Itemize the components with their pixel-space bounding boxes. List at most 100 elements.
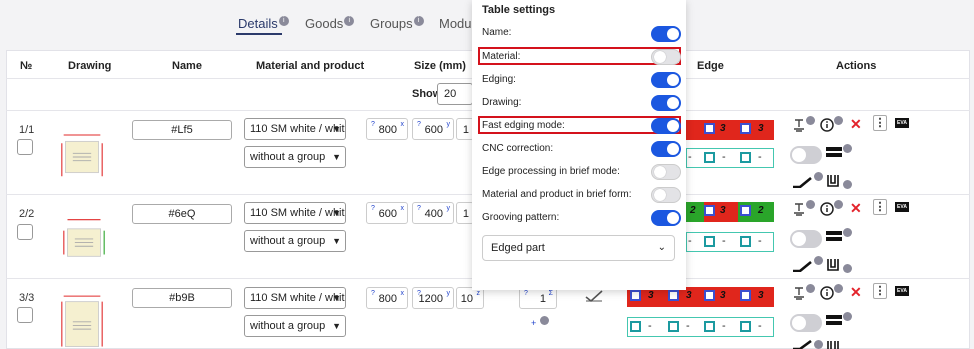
tab-goods[interactable]: Goods i bbox=[305, 16, 355, 31]
setting-label: Edging: bbox=[482, 74, 516, 85]
toggle-drawing[interactable] bbox=[651, 95, 681, 111]
page-size-select[interactable]: 20 bbox=[437, 83, 473, 105]
col-header-num: № bbox=[20, 60, 33, 72]
length-input[interactable]: ? 800 x bbox=[366, 287, 408, 309]
toggle-material[interactable] bbox=[651, 49, 681, 65]
count-input[interactable]: ? 1 Σ bbox=[519, 287, 557, 309]
width-input[interactable]: ? 1200 y bbox=[412, 287, 454, 309]
info-icon bbox=[806, 116, 815, 125]
edge-icon bbox=[668, 321, 679, 332]
edge-icon bbox=[740, 205, 751, 216]
drill-icon[interactable] bbox=[792, 286, 806, 300]
info-icon bbox=[540, 316, 549, 325]
part-drawing bbox=[61, 295, 103, 347]
toggle-material-brief[interactable] bbox=[651, 187, 681, 203]
more-menu-button[interactable]: ⋮ bbox=[873, 283, 887, 299]
row-checkbox[interactable] bbox=[17, 224, 33, 240]
eva-icon[interactable]: EVA bbox=[895, 286, 909, 296]
equal-icon[interactable] bbox=[826, 146, 842, 158]
row-checkbox[interactable] bbox=[17, 139, 33, 155]
quantity-input[interactable]: 10 z bbox=[456, 287, 484, 309]
toggle-cnc-correction[interactable] bbox=[651, 141, 681, 157]
info-circle-icon[interactable] bbox=[820, 202, 834, 216]
add-icon[interactable]: + bbox=[531, 318, 536, 328]
info-circle-icon[interactable] bbox=[820, 118, 834, 132]
part-drawing bbox=[61, 134, 103, 177]
chevron-down-icon: ▼ bbox=[332, 124, 341, 134]
info-icon bbox=[843, 180, 852, 189]
material-select[interactable]: 110 SM white / white ▼ bbox=[244, 202, 346, 224]
row-number: 1/1 bbox=[19, 124, 35, 136]
group-select[interactable]: without a group ▼ bbox=[244, 230, 346, 252]
width-input[interactable]: ? 400 y bbox=[412, 202, 454, 224]
edge-icon bbox=[704, 290, 715, 301]
part-name-input[interactable]: #b9B bbox=[132, 288, 232, 308]
eva-icon[interactable]: EVA bbox=[895, 202, 909, 212]
length-input[interactable]: ? 600 x bbox=[366, 202, 408, 224]
toggle-fast-edging[interactable] bbox=[651, 118, 681, 134]
chevron-down-icon: ▼ bbox=[332, 208, 341, 218]
eva-icon[interactable]: EVA bbox=[895, 118, 909, 128]
width-input[interactable]: ? 600 y bbox=[412, 118, 454, 140]
setting-label: Name: bbox=[482, 27, 512, 38]
material-select[interactable]: 110 SM white / white ▼ bbox=[244, 287, 346, 309]
edge-icon bbox=[740, 321, 751, 332]
drill-icon[interactable] bbox=[792, 202, 806, 216]
info-icon: i bbox=[344, 16, 355, 26]
chevron-down-icon: ▼ bbox=[332, 293, 341, 303]
info-icon bbox=[814, 256, 823, 265]
edge-icon bbox=[704, 152, 715, 163]
info-icon bbox=[814, 340, 823, 349]
info-icon: i bbox=[413, 16, 424, 26]
row-toggle[interactable] bbox=[790, 146, 822, 164]
delete-icon[interactable]: ✕ bbox=[850, 284, 862, 301]
info-icon bbox=[843, 264, 852, 273]
row-toggle[interactable] bbox=[790, 314, 822, 332]
info-icon bbox=[806, 284, 815, 293]
edge-icon bbox=[704, 236, 715, 247]
row-toggle[interactable] bbox=[790, 230, 822, 248]
groove-icon[interactable] bbox=[826, 340, 840, 349]
equal-icon[interactable] bbox=[826, 314, 842, 326]
more-menu-button[interactable]: ⋮ bbox=[873, 199, 887, 215]
setting-label: Fast edging mode: bbox=[482, 120, 565, 131]
edge-icon bbox=[704, 123, 715, 134]
toggle-edge-brief[interactable] bbox=[651, 164, 681, 180]
tab-groups[interactable]: Groups i bbox=[370, 16, 424, 31]
toggle-edging[interactable] bbox=[651, 72, 681, 88]
groove-icon[interactable] bbox=[826, 258, 840, 272]
bevel-icon[interactable] bbox=[792, 258, 812, 272]
info-icon: i bbox=[278, 16, 289, 26]
equal-icon[interactable] bbox=[826, 230, 842, 242]
check-icon[interactable] bbox=[584, 289, 604, 303]
info-circle-icon[interactable] bbox=[820, 286, 834, 300]
chevron-down-icon: ▼ bbox=[332, 152, 341, 162]
more-menu-button[interactable]: ⋮ bbox=[873, 115, 887, 131]
group-select[interactable]: without a group ▼ bbox=[244, 146, 346, 168]
grooving-pattern-select[interactable]: Edged part ⌄ bbox=[482, 235, 675, 261]
part-name-input[interactable]: #Lf5 bbox=[132, 120, 232, 140]
part-drawing bbox=[63, 219, 105, 257]
edge-icon bbox=[704, 205, 715, 216]
length-input[interactable]: ? 800 x bbox=[366, 118, 408, 140]
info-icon bbox=[834, 200, 843, 209]
row-checkbox[interactable] bbox=[17, 307, 33, 323]
drill-icon[interactable] bbox=[792, 118, 806, 132]
delete-icon[interactable]: ✕ bbox=[850, 200, 862, 217]
tab-modules[interactable]: Modul bbox=[439, 16, 474, 31]
info-icon bbox=[843, 144, 852, 153]
delete-icon[interactable]: ✕ bbox=[850, 116, 862, 133]
col-header-name: Name bbox=[172, 60, 202, 72]
material-select[interactable]: 110 SM white / white ▼ bbox=[244, 118, 346, 140]
toggle-name[interactable] bbox=[651, 26, 681, 42]
info-icon bbox=[814, 172, 823, 181]
bevel-icon[interactable] bbox=[792, 174, 812, 188]
toggle-grooving-pattern[interactable] bbox=[651, 210, 681, 226]
bevel-icon[interactable] bbox=[792, 340, 812, 349]
row-number: 3/3 bbox=[19, 292, 35, 304]
setting-label: Drawing: bbox=[482, 97, 522, 108]
groove-icon[interactable] bbox=[826, 174, 840, 188]
part-name-input[interactable]: #6eQ bbox=[132, 204, 232, 224]
tab-details[interactable]: Details i bbox=[238, 16, 289, 31]
group-select[interactable]: without a group ▼ bbox=[244, 315, 346, 337]
